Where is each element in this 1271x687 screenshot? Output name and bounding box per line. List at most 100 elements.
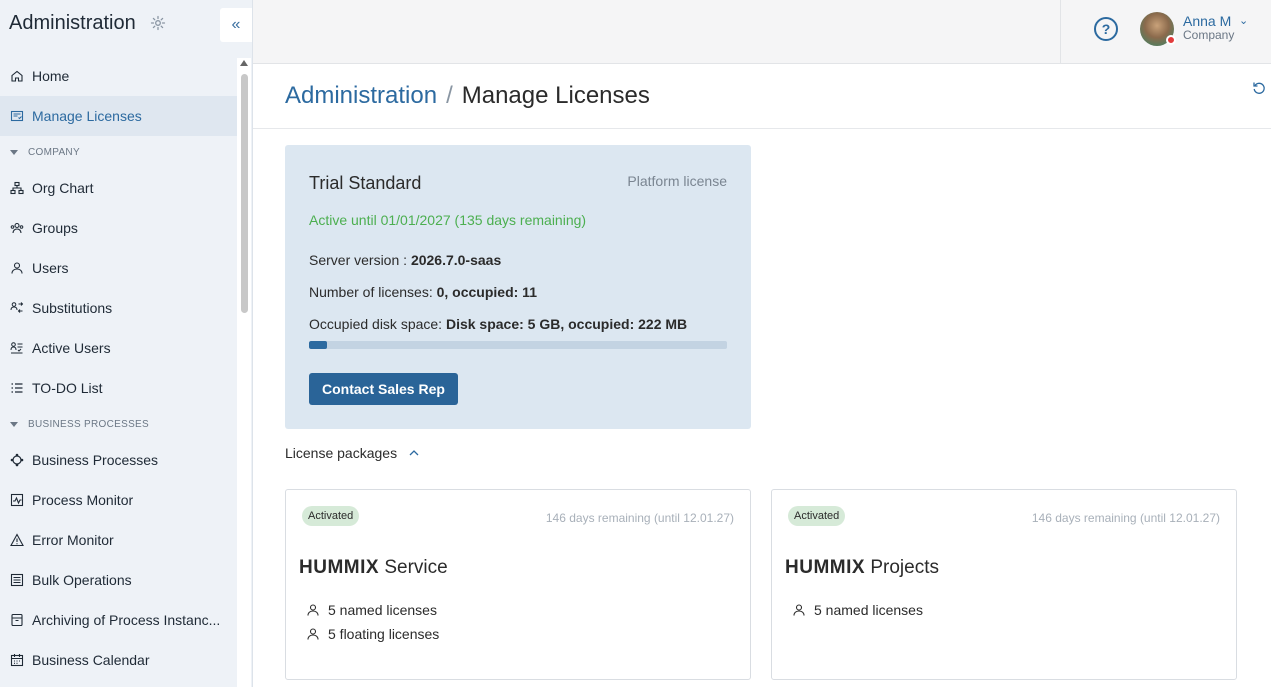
process-icon	[10, 453, 24, 467]
sidebar: Administration « Home Manage Licenses CO…	[0, 0, 253, 687]
sidebar-item-label: Archiving of Process Instanc...	[32, 612, 221, 628]
archive-icon	[10, 613, 24, 627]
server-version-label: Server version :	[309, 252, 411, 268]
sidebar-item-groups[interactable]: Groups	[0, 208, 237, 248]
sidebar-item-label: TO-DO List	[32, 380, 103, 396]
license-card: Trial Standard Platform license Active u…	[285, 145, 751, 429]
package-license-text: 5 named licenses	[814, 602, 923, 618]
user-icon	[10, 261, 24, 275]
server-version-value: 2026.7.0-saas	[410, 252, 502, 268]
package-name: HUMMIX Service	[299, 557, 448, 579]
contact-sales-rep-button[interactable]: Contact Sales Rep	[309, 373, 458, 405]
license-type: Platform license	[627, 173, 727, 189]
groups-icon	[10, 221, 24, 235]
sidebar-item-manage-licenses[interactable]: Manage Licenses	[0, 96, 237, 136]
status-dot	[1166, 35, 1176, 45]
sidebar-item-label: Org Chart	[32, 180, 94, 196]
disk-usage-progress	[309, 341, 727, 349]
sidebar-item-label: Home	[32, 68, 70, 84]
caret-down-icon	[10, 421, 18, 427]
package-license-line: 5 named licenses	[306, 602, 437, 618]
license-active-status: Active until 01/01/2027 (135 days remain…	[309, 212, 587, 228]
sidebar-section-company[interactable]: COMPANY	[0, 136, 237, 168]
sidebar-item-label: Groups	[32, 220, 78, 236]
sidebar-item-business-processes[interactable]: Business Processes	[0, 440, 237, 480]
sidebar-item-org-chart[interactable]: Org Chart	[0, 168, 237, 208]
package-license-text: 5 floating licenses	[328, 626, 440, 642]
license-count-row: Number of licenses: 0, occupied: 11	[309, 284, 537, 300]
server-version-row: Server version : 2026.7.0-saas	[309, 252, 501, 268]
sidebar-item-substitutions[interactable]: Substitutions	[0, 288, 237, 328]
breadcrumb: Administration / Manage Licenses	[285, 82, 650, 110]
sidebar-item-business-calendar[interactable]: Business Calendar	[0, 640, 237, 680]
license-packages-toggle[interactable]: License packages	[285, 445, 421, 461]
help-icon[interactable]: ?	[1094, 17, 1118, 41]
bulk-icon	[10, 573, 24, 587]
top-bar: ? Anna M ⌄ Company	[253, 0, 1271, 64]
license-package-card: Activated 146 days remaining (until 12.0…	[285, 489, 751, 680]
disk-space-row: Occupied disk space: Disk space: 5 GB, o…	[309, 316, 687, 332]
sidebar-header: Administration «	[0, 0, 253, 50]
sidebar-item-bulk-operations[interactable]: Bulk Operations	[0, 560, 237, 600]
page-title: Manage Licenses	[461, 82, 650, 109]
user-icon	[793, 604, 805, 616]
warning-icon	[10, 533, 24, 547]
org-chart-icon	[10, 181, 24, 195]
status-badge: Activated	[788, 506, 846, 526]
sidebar-item-active-users[interactable]: Active Users	[0, 328, 237, 368]
double-chevron-left-icon: «	[231, 16, 241, 33]
refresh-icon[interactable]	[1252, 81, 1266, 95]
scroll-up-arrow-icon[interactable]	[240, 60, 248, 66]
package-brand: HUMMIX	[299, 557, 380, 578]
package-license-text: 5 named licenses	[328, 602, 437, 618]
package-product: Service	[384, 557, 448, 578]
sidebar-item-home[interactable]: Home	[0, 56, 237, 96]
license-package-card: Activated 146 days remaining (until 12.0…	[771, 489, 1237, 680]
status-badge: Activated	[302, 506, 360, 526]
chevron-down-icon[interactable]: ⌄	[1239, 14, 1248, 27]
sidebar-nav: Home Manage Licenses COMPANY Org Chart G…	[0, 56, 237, 680]
disk-space-label: Occupied disk space:	[309, 316, 446, 332]
sidebar-title: Administration	[9, 12, 136, 34]
disk-usage-progress-fill	[309, 341, 327, 349]
sidebar-item-users[interactable]: Users	[0, 248, 237, 288]
breadcrumb-administration-link[interactable]: Administration	[285, 82, 437, 110]
sidebar-item-label: Active Users	[32, 340, 111, 356]
package-brand: HUMMIX	[785, 557, 866, 578]
license-count-label: Number of licenses:	[309, 284, 437, 300]
sidebar-item-process-monitor[interactable]: Process Monitor	[0, 480, 237, 520]
sidebar-item-label: Business Calendar	[32, 652, 150, 668]
caret-down-icon	[10, 149, 18, 155]
package-remaining: 146 days remaining (until 12.01.27)	[1031, 511, 1220, 525]
sidebar-item-error-monitor[interactable]: Error Monitor	[0, 520, 237, 560]
list-icon	[10, 381, 24, 395]
user-company: Company	[1183, 28, 1235, 42]
package-name: HUMMIX Projects	[785, 557, 939, 579]
license-count-value: 0, occupied: 11	[436, 284, 537, 300]
calendar-icon	[10, 653, 24, 667]
user-icon	[307, 604, 319, 616]
gear-icon[interactable]	[150, 15, 166, 31]
sidebar-item-label: Business Processes	[32, 452, 159, 468]
disk-space-value: Disk space: 5 GB, occupied: 222 MB	[445, 316, 688, 332]
sidebar-item-label: Manage Licenses	[32, 108, 142, 124]
breadcrumb-separator: /	[446, 82, 453, 109]
user-name[interactable]: Anna M	[1183, 13, 1231, 29]
header-divider	[253, 128, 1271, 129]
substitutions-icon	[10, 301, 24, 315]
home-icon	[10, 69, 24, 83]
user-icon	[307, 628, 319, 640]
sidebar-item-archiving[interactable]: Archiving of Process Instanc...	[0, 600, 237, 640]
package-remaining: 146 days remaining (until 12.01.27)	[545, 511, 734, 525]
sidebar-section-business-processes[interactable]: BUSINESS PROCESSES	[0, 408, 237, 440]
sidebar-item-label: Users	[32, 260, 69, 276]
package-license-line: 5 named licenses	[792, 602, 923, 618]
section-label: BUSINESS PROCESSES	[28, 418, 149, 430]
collapse-sidebar-button[interactable]: «	[220, 8, 252, 42]
sidebar-item-label: Bulk Operations	[32, 572, 132, 588]
monitor-icon	[10, 493, 24, 507]
help-glyph: ?	[1101, 21, 1111, 37]
sidebar-item-todo-list[interactable]: TO-DO List	[0, 368, 237, 408]
sidebar-item-label: Error Monitor	[32, 532, 114, 548]
sidebar-scrollbar-thumb[interactable]	[241, 74, 248, 313]
